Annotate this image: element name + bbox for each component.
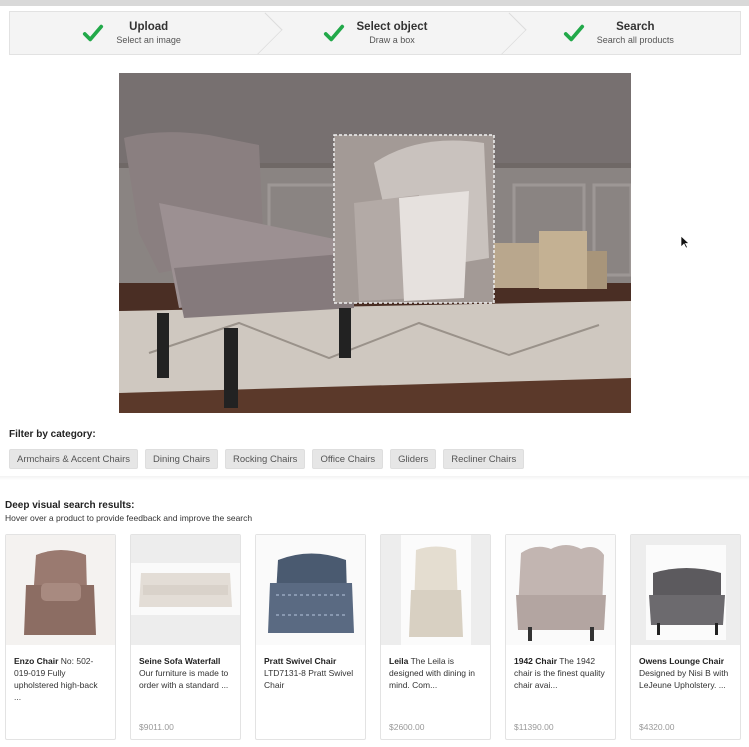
step-title: Search: [616, 21, 655, 33]
product-name: Seine Sofa Waterfall: [139, 656, 221, 666]
product-desc: Designed by Nisi B with LeJeune Upholste…: [639, 668, 729, 690]
chip-armchairs[interactable]: Armchairs & Accent Chairs: [9, 449, 138, 469]
results-list: Enzo Chair No: 502-019-019 Fully upholst…: [5, 534, 741, 740]
section-divider: [0, 476, 749, 480]
results-subtitle: Hover over a product to provide feedback…: [5, 513, 253, 523]
check-icon: [563, 24, 584, 42]
product-price: $4320.00: [639, 722, 675, 732]
step-desc: Draw a box: [369, 35, 415, 45]
mouse-cursor-icon: [680, 235, 690, 249]
product-name: Owens Lounge Chair: [639, 656, 725, 666]
product-price: $2600.00: [389, 722, 425, 732]
product-card[interactable]: Owens Lounge Chair Designed by Nisi B wi…: [630, 534, 741, 740]
step-desc: Select an image: [116, 35, 181, 45]
product-desc: Our furniture is made to order with a st…: [139, 668, 229, 690]
product-image: [6, 535, 115, 645]
chip-gliders[interactable]: Gliders: [390, 449, 437, 469]
query-image[interactable]: [119, 73, 631, 413]
product-name: Leila: [389, 656, 409, 666]
product-card[interactable]: Leila The Leila is designed with dining …: [380, 534, 491, 740]
product-name: Enzo Chair: [14, 656, 59, 666]
product-card[interactable]: Seine Sofa Waterfall Our furniture is ma…: [130, 534, 241, 740]
product-price: $11390.00: [514, 722, 554, 732]
product-card[interactable]: 1942 Chair The 1942 chair is the finest …: [505, 534, 616, 740]
category-chips: Armchairs & Accent Chairs Dining Chairs …: [9, 449, 525, 469]
check-icon: [83, 24, 104, 42]
product-image: [381, 535, 490, 645]
product-name: 1942 Chair: [514, 656, 557, 666]
step-title: Select object: [356, 21, 428, 33]
product-image: [631, 535, 740, 645]
product-card[interactable]: Enzo Chair No: 502-019-019 Fully upholst…: [5, 534, 116, 740]
product-image: [506, 535, 615, 645]
step-title: Upload: [129, 21, 169, 33]
product-card[interactable]: Pratt Swivel Chair LTD7131-8 Pratt Swive…: [255, 534, 366, 740]
step-desc: Search all products: [596, 35, 674, 45]
step-search[interactable]: Search Search all products: [497, 12, 740, 54]
product-image: [256, 535, 365, 645]
chip-recliner-chairs[interactable]: Recliner Chairs: [443, 449, 525, 469]
product-price: $9011.00: [139, 722, 174, 732]
product-image: [131, 535, 240, 645]
chip-office-chairs[interactable]: Office Chairs: [312, 449, 384, 469]
chip-rocking-chairs[interactable]: Rocking Chairs: [225, 449, 306, 469]
chip-dining-chairs[interactable]: Dining Chairs: [144, 449, 219, 469]
results-title: Deep visual search results:: [5, 500, 135, 511]
top-strip: [0, 0, 749, 6]
step-select-object[interactable]: Select object Draw a box: [253, 12, 496, 54]
product-desc: LTD7131-8 Pratt Swivel Chair: [264, 668, 354, 690]
product-name: Pratt Swivel Chair: [264, 656, 337, 666]
check-icon: [323, 24, 344, 42]
progress-steps: Upload Select an image Select object Dra…: [9, 11, 741, 55]
filter-label: Filter by category:: [9, 429, 96, 440]
step-upload[interactable]: Upload Select an image: [10, 12, 253, 54]
